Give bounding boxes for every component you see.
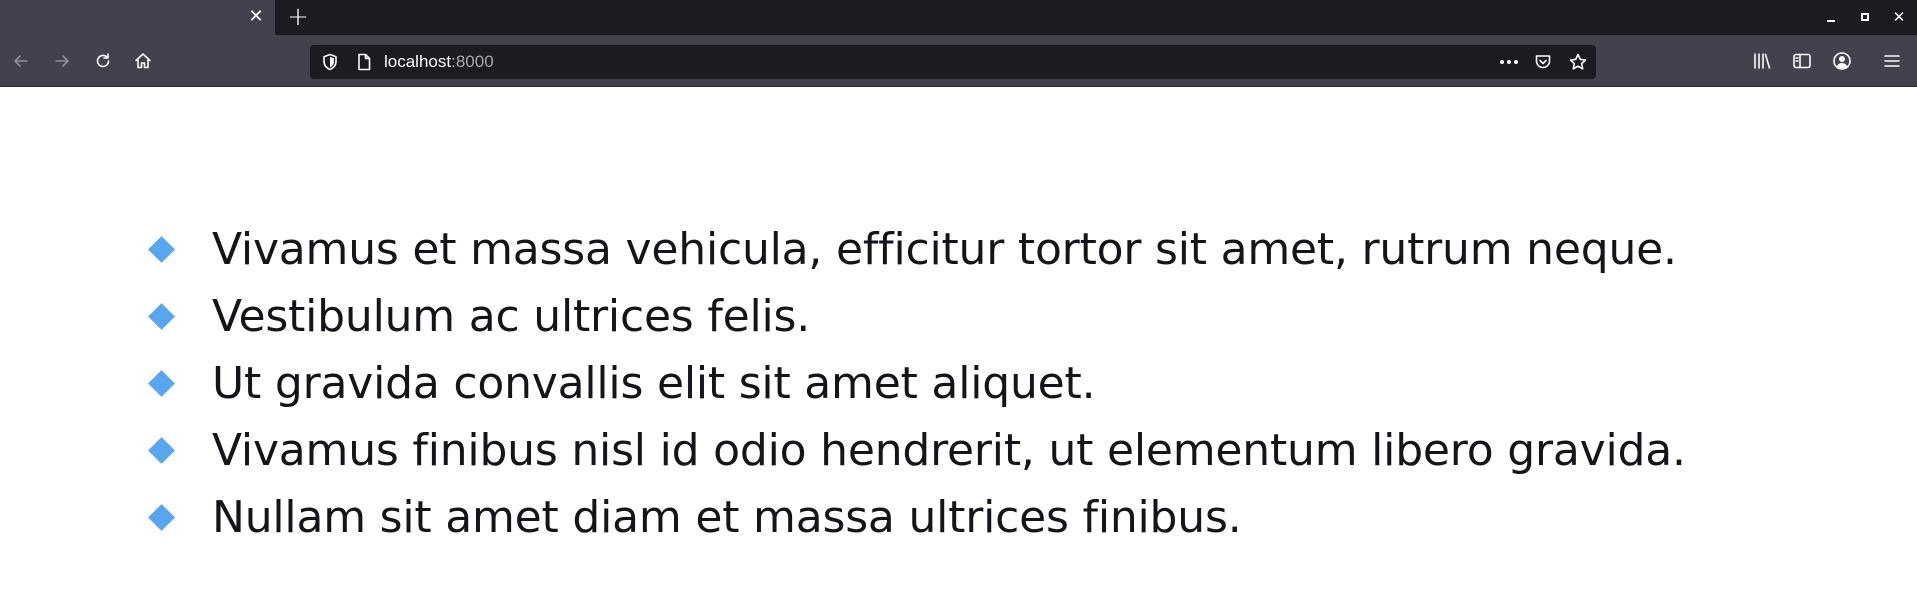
- list-item: Vivamus et massa vehicula, efficitur tor…: [148, 216, 1686, 283]
- sidebar-icon[interactable]: [1791, 50, 1813, 72]
- page-icon[interactable]: [354, 52, 374, 72]
- url-bar[interactable]: localhost:8000: [310, 45, 1596, 79]
- list-item-text: Nullam sit amet diam et massa ultrices f…: [212, 492, 1242, 543]
- list-item-text: Vestibulum ac ultrices felis.: [212, 291, 811, 342]
- menu-icon[interactable]: [1881, 50, 1903, 72]
- page-content: Vivamus et massa vehicula, efficitur tor…: [0, 88, 1917, 608]
- url-host: localhost: [384, 52, 452, 71]
- list-item-text: Vivamus finibus nisl id odio hendrerit, …: [212, 425, 1686, 476]
- tracking-protection-shield-icon[interactable]: [320, 52, 340, 72]
- home-icon: [135, 53, 151, 69]
- maximize-button[interactable]: [1854, 6, 1876, 28]
- minimize-icon: [1827, 20, 1835, 22]
- bullet-list: Vivamus et massa vehicula, efficitur tor…: [148, 216, 1686, 551]
- list-item: Vestibulum ac ultrices felis.: [148, 283, 1686, 350]
- tab-strip: ✕ + ✕: [0, 0, 1917, 35]
- tab-close-button[interactable]: ✕: [245, 6, 267, 28]
- list-item-text: Vivamus et massa vehicula, efficitur tor…: [212, 224, 1677, 275]
- pocket-icon[interactable]: [1533, 52, 1553, 72]
- list-item: Nullam sit amet diam et massa ultrices f…: [148, 484, 1686, 551]
- url-port: :8000: [451, 52, 494, 71]
- list-item-text: Ut gravida convallis elit sit amet aliqu…: [212, 358, 1096, 409]
- diamond-bullet-icon: [148, 303, 175, 330]
- list-item: Vivamus finibus nisl id odio hendrerit, …: [148, 417, 1686, 484]
- window-close-button[interactable]: ✕: [1888, 6, 1910, 28]
- library-icon[interactable]: [1751, 50, 1773, 72]
- bookmark-star-icon[interactable]: [1568, 52, 1588, 72]
- diamond-bullet-icon: [148, 437, 175, 464]
- account-icon[interactable]: [1831, 50, 1853, 72]
- diamond-bullet-icon: [148, 370, 175, 397]
- url-text[interactable]: localhost:8000: [384, 45, 494, 79]
- browser-tab[interactable]: ✕: [0, 0, 275, 35]
- arrow-right-icon: [55, 55, 69, 67]
- navigation-toolbar: localhost:8000: [0, 35, 1917, 87]
- home-button[interactable]: [127, 45, 159, 77]
- new-tab-button[interactable]: +: [284, 3, 312, 31]
- list-item: Ut gravida convallis elit sit amet aliqu…: [148, 350, 1686, 417]
- page-actions-more-icon[interactable]: [1498, 52, 1520, 72]
- diamond-bullet-icon: [148, 236, 175, 263]
- back-button[interactable]: [5, 45, 37, 77]
- forward-button[interactable]: [46, 45, 78, 77]
- reload-button[interactable]: [87, 45, 119, 77]
- diamond-bullet-icon: [148, 504, 175, 531]
- maximize-icon: [1861, 13, 1869, 21]
- arrow-left-icon: [14, 55, 28, 67]
- reload-icon: [96, 53, 110, 68]
- minimize-button[interactable]: [1820, 6, 1842, 28]
